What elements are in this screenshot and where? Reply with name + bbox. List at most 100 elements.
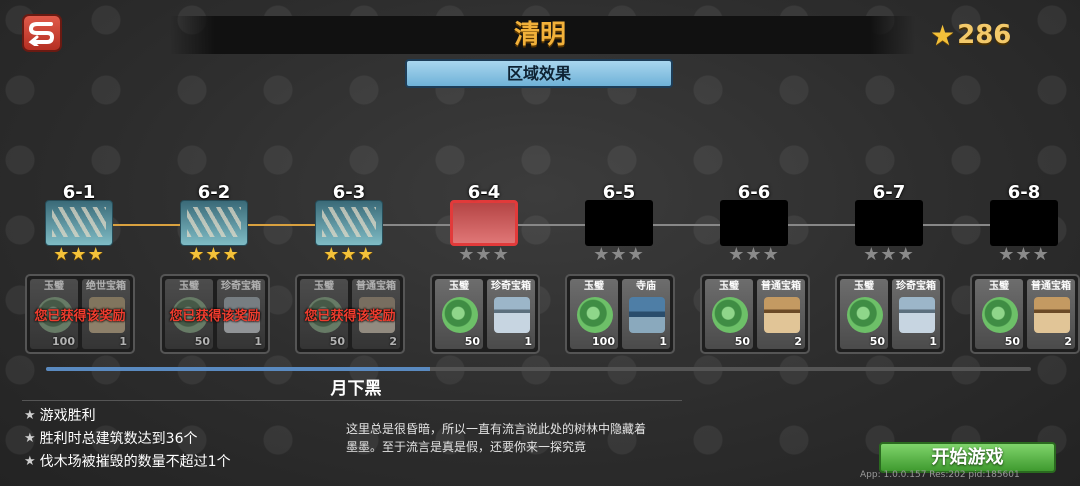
area-effect-button[interactable]: 区域效果 bbox=[405, 59, 673, 88]
star-earned-icon: ★ bbox=[222, 244, 240, 265]
reward-panel[interactable]: 玉璧 50 普通宝箱 2 bbox=[970, 274, 1080, 354]
star-total-value: 286 bbox=[957, 20, 1012, 50]
reward-panel[interactable]: 玉璧 50 普通宝箱 2 您已获得该奖励 bbox=[295, 274, 405, 354]
locked-stage-thumbnail[interactable] bbox=[855, 200, 923, 246]
reward-count: 50 bbox=[194, 335, 210, 348]
star-empty-icon: ★ bbox=[762, 244, 780, 265]
reward-item[interactable]: 玉璧 50 bbox=[705, 279, 753, 349]
objective-star-icon: ★ bbox=[24, 430, 36, 446]
stage-stars: ★★★ bbox=[425, 244, 543, 265]
objective-1: ★ 游戏胜利 bbox=[24, 405, 96, 425]
jade-icon bbox=[172, 297, 208, 333]
stage-stars: ★★★ bbox=[830, 244, 948, 265]
reward-item[interactable]: 珍奇宝箱 1 bbox=[892, 279, 940, 349]
star-earned-icon: ★ bbox=[53, 244, 71, 265]
star-empty-icon: ★ bbox=[897, 244, 915, 265]
star-empty-icon: ★ bbox=[1032, 244, 1050, 265]
star-empty-icon: ★ bbox=[458, 244, 476, 265]
stage-stars: ★★★ bbox=[20, 244, 138, 265]
stage-stars: ★★★ bbox=[695, 244, 813, 265]
star-icon: ★ bbox=[930, 18, 956, 52]
reward-name: 玉璧 bbox=[449, 281, 469, 292]
reward-item[interactable]: 玉璧 100 bbox=[30, 279, 78, 349]
star-earned-icon: ★ bbox=[323, 244, 341, 265]
jade-icon bbox=[37, 297, 73, 333]
stage-thumbnail[interactable] bbox=[315, 200, 383, 246]
reward-item[interactable]: 玉璧 50 bbox=[435, 279, 483, 349]
reward-item[interactable]: 玉璧 50 bbox=[840, 279, 888, 349]
stage-connector bbox=[113, 224, 180, 226]
reward-count: 50 bbox=[869, 335, 885, 348]
reward-item[interactable]: 普通宝箱 2 bbox=[757, 279, 805, 349]
description-line: 这里总是很昏暗，所以一直有流言说此处的树林中隐藏着 bbox=[346, 422, 647, 436]
stage-scroll-progress[interactable] bbox=[46, 367, 1031, 371]
reward-item[interactable]: 玉璧 50 bbox=[300, 279, 348, 349]
reward-item[interactable]: 珍奇宝箱 1 bbox=[487, 279, 535, 349]
reward-item[interactable]: 寺庙 1 bbox=[622, 279, 670, 349]
locked-stage-thumbnail[interactable] bbox=[585, 200, 653, 246]
reward-panel[interactable]: 玉璧 100 绝世宝箱 1 您已获得该奖励 bbox=[25, 274, 135, 354]
objective-text: 胜利时总建筑数达到36个 bbox=[39, 431, 198, 447]
star-earned-icon: ★ bbox=[205, 244, 223, 265]
objective-star-icon: ★ bbox=[24, 407, 36, 423]
reward-panel[interactable]: 玉璧 50 珍奇宝箱 1 bbox=[835, 274, 945, 354]
reward-count: 1 bbox=[524, 335, 532, 348]
stage-stars: ★★★ bbox=[155, 244, 273, 265]
locked-stage-thumbnail[interactable] bbox=[720, 200, 788, 246]
stage-label: 6-8 bbox=[1007, 182, 1041, 203]
reward-panel[interactable]: 玉璧 50 普通宝箱 2 bbox=[700, 274, 810, 354]
silver-chest-icon bbox=[224, 297, 260, 333]
reward-name: 珍奇宝箱 bbox=[221, 281, 261, 292]
reward-name: 寺庙 bbox=[636, 281, 656, 292]
divider bbox=[22, 400, 682, 401]
reward-name: 珍奇宝箱 bbox=[491, 281, 531, 292]
reward-name: 玉璧 bbox=[314, 281, 334, 292]
reward-count: 50 bbox=[464, 335, 480, 348]
jade-icon bbox=[577, 297, 613, 333]
reward-item[interactable]: 普通宝箱 2 bbox=[352, 279, 400, 349]
stage-connector bbox=[248, 224, 315, 226]
locked-stage-thumbnail[interactable] bbox=[990, 200, 1058, 246]
reward-panel[interactable]: 玉璧 50 珍奇宝箱 1 bbox=[430, 274, 540, 354]
stage-connector bbox=[383, 224, 450, 226]
stage-thumbnail[interactable] bbox=[180, 200, 248, 246]
reward-panel[interactable]: 玉璧 50 珍奇宝箱 1 您已获得该奖励 bbox=[160, 274, 270, 354]
reward-name: 绝世宝箱 bbox=[86, 281, 126, 292]
star-earned-icon: ★ bbox=[70, 244, 88, 265]
reward-panel[interactable]: 玉璧 100 寺庙 1 bbox=[565, 274, 675, 354]
progress-fill bbox=[46, 367, 431, 371]
reward-item[interactable]: 玉璧 50 bbox=[975, 279, 1023, 349]
stage-description: 这里总是很昏暗，所以一直有流言说此处的树林中隐藏着 墨墨。至于流言是真是假，还要… bbox=[346, 420, 706, 456]
stage-connector bbox=[518, 224, 585, 226]
star-empty-icon: ★ bbox=[998, 244, 1016, 265]
stage-stars: ★★★ bbox=[290, 244, 408, 265]
star-empty-icon: ★ bbox=[593, 244, 611, 265]
star-empty-icon: ★ bbox=[728, 244, 746, 265]
stage-thumbnail[interactable] bbox=[45, 200, 113, 246]
stage-thumbnail[interactable] bbox=[450, 200, 518, 246]
silver-chest-icon bbox=[899, 297, 935, 333]
start-game-button[interactable]: 开始游戏 bbox=[879, 442, 1056, 473]
reward-count: 50 bbox=[1004, 335, 1020, 348]
reward-name: 普通宝箱 bbox=[1031, 281, 1071, 292]
reward-item[interactable]: 绝世宝箱 1 bbox=[82, 279, 130, 349]
star-earned-icon: ★ bbox=[87, 244, 105, 265]
reward-item[interactable]: 玉璧 100 bbox=[570, 279, 618, 349]
stage-label: 6-2 bbox=[197, 182, 231, 203]
build-info: App: 1.0.0.157 Res:202 pid:185601 bbox=[860, 470, 1020, 480]
stage-label: 6-7 bbox=[872, 182, 906, 203]
reward-name: 普通宝箱 bbox=[356, 281, 396, 292]
reward-count: 50 bbox=[329, 335, 345, 348]
star-empty-icon: ★ bbox=[880, 244, 898, 265]
reward-item[interactable]: 珍奇宝箱 1 bbox=[217, 279, 265, 349]
reward-item[interactable]: 普通宝箱 2 bbox=[1027, 279, 1075, 349]
stage-connector bbox=[653, 224, 720, 226]
reward-count: 1 bbox=[254, 335, 262, 348]
wood-chest-icon bbox=[764, 297, 800, 333]
reward-item[interactable]: 玉璧 50 bbox=[165, 279, 213, 349]
star-empty-icon: ★ bbox=[745, 244, 763, 265]
reward-count: 2 bbox=[1064, 335, 1072, 348]
stage-connector bbox=[788, 224, 855, 226]
stage-label: 6-3 bbox=[332, 182, 366, 203]
stage-label: 6-4 bbox=[467, 182, 501, 203]
